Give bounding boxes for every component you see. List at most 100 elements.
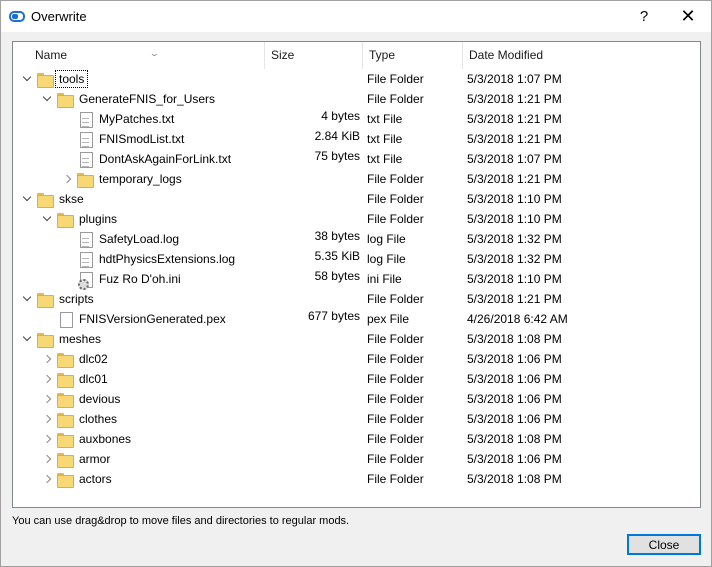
tree-row[interactable]: armor File Folder 5/3/2018 1:06 PM [13, 449, 700, 469]
row-size: 5.35 KiB [314, 249, 360, 263]
expand-chevron-icon[interactable] [41, 372, 53, 386]
folder-icon [57, 371, 74, 388]
column-date-label: Date Modified [469, 48, 544, 62]
row-type: File Folder [367, 192, 424, 206]
row-date: 5/3/2018 1:21 PM [467, 172, 562, 186]
row-type: File Folder [367, 372, 424, 386]
row-date: 5/3/2018 1:10 PM [467, 212, 562, 226]
row-name: clothes [79, 412, 118, 426]
settings-file-icon [77, 271, 93, 290]
row-type: File Folder [367, 452, 424, 466]
row-size: 38 bytes [314, 229, 360, 243]
expand-chevron-icon[interactable] [41, 472, 53, 486]
row-type: File Folder [367, 172, 424, 186]
tree-row[interactable]: GenerateFNIS_for_Users File Folder 5/3/201… [13, 89, 700, 109]
row-name: skse [59, 192, 84, 206]
expand-chevron-icon[interactable] [61, 172, 73, 186]
tree-row[interactable]: dlc02 File Folder 5/3/2018 1:06 PM [13, 349, 700, 369]
row-name: auxbones [79, 432, 132, 446]
sort-indicator-icon: ⌄ [148, 49, 160, 58]
expand-chevron-icon[interactable] [41, 352, 53, 366]
row-date: 5/3/2018 1:08 PM [467, 472, 562, 486]
tree-row[interactable]: SafetyLoad.log 38 bytes log File 5/3/2018 1… [13, 229, 700, 249]
expand-chevron-icon[interactable] [41, 432, 53, 446]
folder-icon [57, 351, 74, 368]
tree-row[interactable]: FNISVersionGenerated.pex 677 bytes pex Fil… [13, 309, 700, 329]
row-date: 5/3/2018 1:21 PM [467, 292, 562, 306]
close-window-button[interactable]: ✕ [665, 1, 711, 32]
expand-chevron-icon[interactable] [41, 452, 53, 466]
tree-row[interactable]: FNISmodList.txt 2.84 KiB txt File 5/3/2018 … [13, 129, 700, 149]
column-type-header[interactable]: Type [363, 42, 463, 69]
column-date-header[interactable]: Date Modified [463, 42, 700, 69]
collapse-chevron-icon[interactable] [41, 212, 53, 226]
row-type: File Folder [367, 472, 424, 486]
collapse-chevron-icon[interactable] [21, 332, 33, 346]
tree-row[interactable]: hdtPhysicsExtensions.log 5.35 KiB log File… [13, 249, 700, 269]
row-date: 5/3/2018 1:08 PM [467, 432, 562, 446]
row-name: actors [79, 472, 112, 486]
row-size: 75 bytes [314, 149, 360, 163]
row-date: 4/26/2018 6:42 AM [467, 312, 568, 326]
tree-row[interactable]: MyPatches.txt 4 bytes txt File 5/3/2018 1:2… [13, 109, 700, 129]
expand-chevron-icon[interactable] [41, 412, 53, 426]
title-bar[interactable]: Overwrite ? ✕ [1, 1, 711, 32]
tree-row[interactable]: tools File Folder 5/3/2018 1:07 PM [13, 69, 700, 89]
row-type: File Folder [367, 352, 424, 366]
row-date: 5/3/2018 1:08 PM [467, 332, 562, 346]
column-name-label: Name [35, 48, 68, 62]
app-icon [9, 11, 25, 22]
tree-row[interactable]: clothes File Folder 5/3/2018 1:06 PM [13, 409, 700, 429]
row-name: temporary_logs [99, 172, 182, 186]
tree-row[interactable]: DontAskAgainForLink.txt 75 bytes txt File 5… [13, 149, 700, 169]
row-type: pex File [367, 312, 410, 326]
tree-row[interactable]: devious File Folder 5/3/2018 1:06 PM [13, 389, 700, 409]
tree-row[interactable]: meshes File Folder 5/3/2018 1:08 PM [13, 329, 700, 349]
row-type: File Folder [367, 332, 424, 346]
tree-row[interactable]: auxbones File Folder 5/3/2018 1:08 PM [13, 429, 700, 449]
tree-row[interactable]: dlc01 File Folder 5/3/2018 1:06 PM [13, 369, 700, 389]
row-date: 5/3/2018 1:06 PM [467, 352, 562, 366]
tree-row[interactable]: plugins File Folder 5/3/2018 1:10 PM [13, 209, 700, 229]
folder-icon [57, 391, 74, 408]
tree-row[interactable]: actors File Folder 5/3/2018 1:08 PM [13, 469, 700, 489]
row-size: 677 bytes [307, 309, 360, 323]
tree-rows: tools File Folder 5/3/2018 1:07 PM Generate… [13, 69, 700, 489]
row-name: tools [54, 70, 89, 88]
column-size-label: Size [271, 48, 295, 62]
row-name: dlc02 [79, 352, 108, 366]
help-button[interactable]: ? [621, 1, 667, 32]
tree-row[interactable]: scripts File Folder 5/3/2018 1:21 PM [13, 289, 700, 309]
row-type: log File [367, 252, 406, 266]
collapse-chevron-icon[interactable] [21, 72, 33, 86]
file-icon [57, 311, 73, 328]
row-name: MyPatches.txt [99, 112, 175, 126]
collapse-chevron-icon[interactable] [41, 92, 53, 106]
row-size: 58 bytes [314, 269, 360, 283]
collapse-chevron-icon[interactable] [21, 192, 33, 206]
tree-row[interactable]: skse File Folder 5/3/2018 1:10 PM [13, 189, 700, 209]
folder-icon [37, 291, 54, 308]
row-date: 5/3/2018 1:07 PM [467, 72, 562, 86]
row-name: Fuz Ro D'oh.ini [99, 272, 181, 286]
collapse-chevron-icon[interactable] [21, 292, 33, 306]
row-name: devious [79, 392, 121, 406]
tree-row[interactable]: temporary_logs File Folder 5/3/2018 1:21 P… [13, 169, 700, 189]
close-button[interactable]: Close [627, 534, 701, 555]
row-name: FNISVersionGenerated.pex [79, 312, 226, 326]
overwrite-dialog: Overwrite ? ✕ ⌄ Name Size Type Date Modi… [0, 0, 712, 567]
column-name-header[interactable]: ⌄ Name [29, 42, 265, 69]
folder-icon [57, 211, 74, 228]
column-size-header[interactable]: Size [265, 42, 363, 69]
row-type: File Folder [367, 392, 424, 406]
expand-chevron-icon[interactable] [41, 392, 53, 406]
row-type: File Folder [367, 92, 424, 106]
row-type: File Folder [367, 292, 424, 306]
folder-icon [57, 471, 74, 488]
row-name: plugins [79, 212, 118, 226]
tree-row[interactable]: Fuz Ro D'oh.ini 58 bytes ini File 5/3/2018 … [13, 269, 700, 290]
row-name: DontAskAgainForLink.txt [99, 152, 232, 166]
row-name: meshes [59, 332, 102, 346]
file-tree-view[interactable]: ⌄ Name Size Type Date Modified tools File… [12, 41, 701, 508]
file-icon [77, 131, 93, 148]
